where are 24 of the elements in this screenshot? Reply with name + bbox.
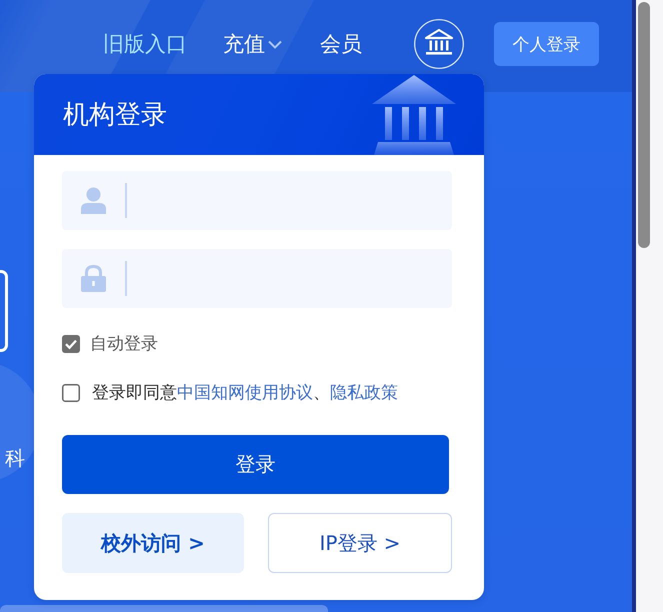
person-icon — [81, 187, 106, 214]
agreement-link[interactable]: 中国知网使用协议 — [177, 383, 313, 403]
personal-login-button[interactable]: 个人登录 — [494, 22, 599, 66]
scrollbar-thumb[interactable] — [638, 2, 650, 248]
nav-link[interactable]: 会员 — [320, 30, 362, 58]
agreement-text: 登录即同意中国知网使用协议、隐私政策 — [92, 382, 398, 404]
checkbox[interactable] — [62, 384, 80, 402]
nav-link[interactable]: 充值 — [223, 30, 282, 58]
off-campus-access-button[interactable]: 校外访问 > — [62, 513, 244, 573]
password-field[interactable] — [62, 249, 452, 308]
username-field[interactable] — [62, 171, 452, 230]
checkbox-label: 自动登录 — [90, 333, 158, 355]
login-button[interactable]: 登录 — [62, 435, 449, 494]
panel-title: 机构登录 — [63, 100, 167, 130]
bank-icon — [372, 74, 456, 155]
nav-link[interactable]: 旧版入口 — [103, 30, 187, 58]
agreement-link[interactable]: 隐私政策 — [330, 383, 398, 403]
bank-icon[interactable] — [414, 19, 464, 69]
lock-icon — [81, 265, 106, 292]
background-text: 科 — [5, 446, 25, 470]
scrollbar[interactable] — [632, 0, 663, 612]
ip-login-button[interactable]: IP登录 > — [268, 513, 452, 573]
checkbox[interactable] — [62, 335, 80, 353]
chevron-down-icon — [268, 40, 282, 48]
